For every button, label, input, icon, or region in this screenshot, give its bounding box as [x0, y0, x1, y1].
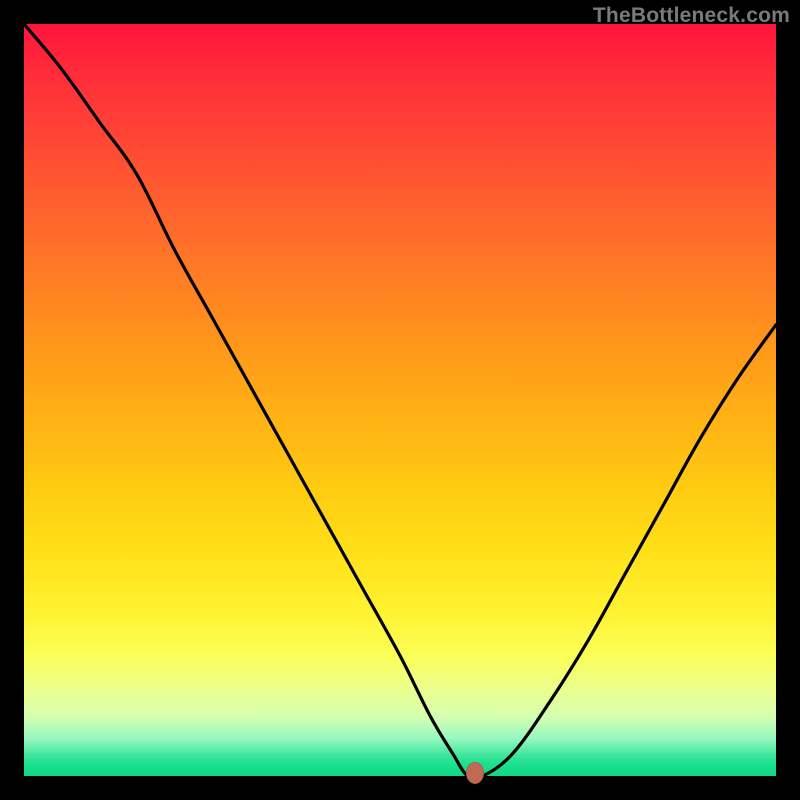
- optimum-marker: [466, 762, 484, 784]
- bottleneck-curve: [24, 24, 776, 776]
- plot-area: [24, 24, 776, 776]
- chart-frame: TheBottleneck.com: [0, 0, 800, 800]
